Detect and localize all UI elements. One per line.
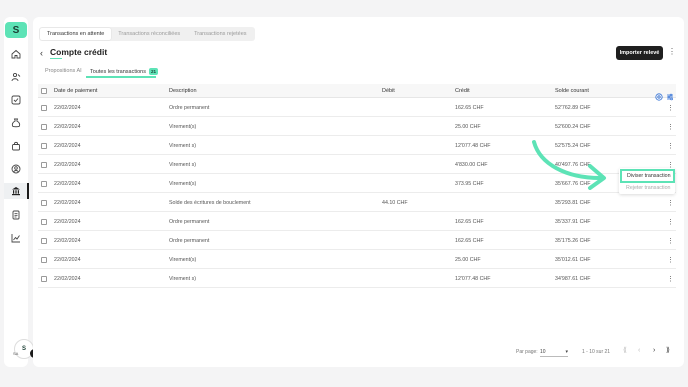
back-arrow-icon[interactable]: ‹	[40, 48, 43, 58]
cell-balance: 34'987.61 CHF	[555, 276, 591, 282]
per-page-value: 10	[540, 348, 546, 355]
row-checkbox[interactable]	[41, 181, 47, 187]
last-page-icon[interactable]: ⟫	[666, 347, 670, 355]
check-icon[interactable]	[10, 94, 22, 106]
top-tabs: Transactions en attente Transactions réc…	[39, 27, 255, 41]
active-tab-underline	[86, 76, 156, 78]
first-page-icon[interactable]: ⟪	[623, 347, 627, 355]
cell-credit: 162.65 CHF	[455, 105, 484, 111]
row-checkbox[interactable]	[41, 257, 47, 263]
select-all-checkbox[interactable]	[41, 88, 47, 94]
cell-debit: 44.10 CHF	[382, 200, 408, 206]
cell-description: Virement s)	[169, 162, 196, 168]
next-page-icon[interactable]: ›	[653, 347, 655, 355]
avatar-initials: SA	[13, 351, 19, 356]
column-date[interactable]: Date de paiement	[54, 88, 97, 94]
row-more-icon[interactable]: ⋮	[667, 238, 674, 245]
row-more-icon[interactable]: ⋮	[667, 143, 674, 150]
cell-credit: 4'830.00 CHF	[455, 162, 488, 168]
title-underline	[50, 58, 62, 59]
row-checkbox[interactable]	[41, 219, 47, 225]
cell-credit: 162.65 CHF	[455, 238, 484, 244]
bag-icon[interactable]	[10, 140, 22, 152]
row-more-icon[interactable]: ⋮	[667, 276, 674, 283]
nav-active-indicator	[27, 183, 29, 199]
row-more-icon[interactable]: ⋮	[667, 200, 674, 207]
bank-icon[interactable]	[10, 185, 22, 197]
cell-date: 22/02/2024	[54, 143, 81, 149]
count-badge: 21	[148, 68, 158, 75]
chart-icon[interactable]	[10, 232, 22, 244]
cell-date: 22/02/2024	[54, 181, 81, 187]
cell-description: Virement(s)	[169, 257, 197, 263]
row-checkbox[interactable]	[41, 143, 47, 149]
cell-description: Virement(s)	[169, 124, 197, 130]
column-credit[interactable]: Crédit	[455, 88, 470, 94]
reject-transaction-item[interactable]: Rejeter transaction	[626, 185, 670, 191]
cell-balance: 35'337.91 CHF	[555, 219, 591, 225]
per-page-label: Par page:	[516, 349, 538, 355]
per-page-select[interactable]: 10 ▾	[540, 347, 568, 357]
user-circle-icon[interactable]	[10, 163, 22, 175]
row-more-icon[interactable]: ⋮	[667, 124, 674, 131]
prev-page-icon[interactable]: ‹	[638, 347, 640, 355]
cell-balance: 52'762.89 CHF	[555, 105, 591, 111]
tab-rejected[interactable]: Transactions rejetées	[187, 28, 253, 40]
home-icon[interactable]	[10, 48, 22, 60]
cell-credit: 25.00 CHF	[455, 124, 481, 130]
annotation-arrow	[532, 140, 606, 190]
column-debit[interactable]: Débit	[382, 88, 395, 94]
tab-reconciled[interactable]: Transactions réconciliées	[111, 28, 187, 40]
cell-description: Virement s)	[169, 276, 196, 282]
cell-balance: 35'012.61 CHF	[555, 257, 591, 263]
column-balance[interactable]: Solde courant	[555, 88, 589, 94]
cell-date: 22/02/2024	[54, 200, 81, 206]
chevron-down-icon: ▾	[565, 348, 568, 355]
column-description[interactable]: Description	[169, 88, 197, 94]
cell-credit: 25.00 CHF	[455, 257, 481, 263]
page-title: Compte crédit	[50, 47, 108, 57]
cell-balance: 52'600.24 CHF	[555, 124, 591, 130]
tab-ai-proposals[interactable]: Propositions AI	[45, 68, 82, 74]
money-bag-icon[interactable]	[10, 117, 22, 129]
cell-description: Virement(s)	[169, 181, 197, 187]
row-checkbox[interactable]	[41, 105, 47, 111]
cell-date: 22/02/2024	[54, 124, 81, 130]
cell-credit: 12'077.48 CHF	[455, 276, 491, 282]
cell-credit: 12'077.48 CHF	[455, 143, 491, 149]
tab-pending[interactable]: Transactions en attente	[40, 28, 112, 40]
cell-description: Ordre permanent	[169, 219, 210, 225]
row-checkbox[interactable]	[41, 276, 47, 282]
row-more-icon[interactable]: ⋮	[667, 219, 674, 226]
cell-credit: 162.65 CHF	[455, 219, 484, 225]
people-icon[interactable]	[10, 71, 22, 83]
cell-description: Virement s)	[169, 143, 196, 149]
tab-all-transactions[interactable]: Toutes les transactions 21	[90, 68, 158, 75]
more-options-icon[interactable]: ⋮	[668, 48, 676, 56]
row-more-icon[interactable]: ⋮	[667, 257, 674, 264]
row-checkbox[interactable]	[41, 124, 47, 130]
import-statement-button[interactable]: Importer relevé	[616, 46, 663, 60]
document-icon[interactable]	[10, 209, 22, 221]
app-logo[interactable]: S	[5, 22, 27, 38]
row-checkbox[interactable]	[41, 162, 47, 168]
row-more-icon[interactable]: ⋮	[667, 105, 674, 112]
cell-description: Solde des écritures de bouclement	[169, 200, 251, 206]
cell-description: Ordre permanent	[169, 105, 210, 111]
cell-date: 22/02/2024	[54, 219, 81, 225]
cell-date: 22/02/2024	[54, 238, 81, 244]
tab-all-label: Toutes les transactions	[90, 69, 146, 75]
cell-date: 22/02/2024	[54, 162, 81, 168]
cell-balance: 35'293.81 CHF	[555, 200, 591, 206]
cell-balance: 35'175.26 CHF	[555, 238, 591, 244]
cell-description: Ordre permanent	[169, 238, 210, 244]
pagination-range: 1 - 10 sur 21	[582, 349, 611, 355]
row-checkbox[interactable]	[41, 238, 47, 244]
split-transaction-item[interactable]: Diviser transaction	[620, 169, 675, 183]
cell-date: 22/02/2024	[54, 276, 81, 282]
cell-date: 22/02/2024	[54, 257, 81, 263]
cell-date: 22/02/2024	[54, 105, 81, 111]
row-checkbox[interactable]	[41, 200, 47, 206]
cell-credit: 373.95 CHF	[455, 181, 484, 187]
